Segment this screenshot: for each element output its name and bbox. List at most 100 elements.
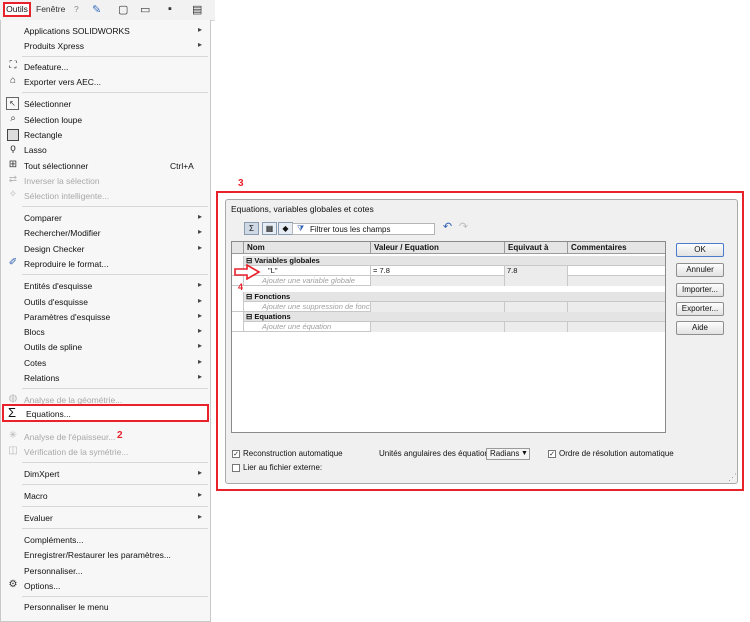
undo-icon[interactable]: ↶ xyxy=(440,222,455,235)
menu-separator xyxy=(22,596,208,597)
menu-item-selection-intelligente[interactable]: ✧ Sélection intelligente... xyxy=(0,189,209,203)
menu-item-label: DimXpert xyxy=(24,469,60,479)
smart-selection-icon: ✧ xyxy=(8,189,18,200)
menu-item-label: Reproduire le format... xyxy=(24,259,109,269)
table-row-add-variable[interactable]: Ajouter une variable globale xyxy=(232,276,665,286)
menu-item-rectangle[interactable]: Rectangle xyxy=(0,128,209,142)
column-header-nom[interactable]: Nom xyxy=(244,242,371,254)
menu-fenetre[interactable]: Fenêtre xyxy=(36,4,65,14)
menu-item-personnaliser[interactable]: Personnaliser... xyxy=(0,564,209,578)
menu-item-label: Produits Xpress xyxy=(24,41,84,51)
collapse-icon[interactable]: ⊟ xyxy=(246,312,252,321)
group-row-fonctions[interactable]: ⊟ Fonctions xyxy=(232,292,665,302)
menu-item-produits-xpress[interactable]: Produits Xpress ▸ xyxy=(0,39,209,53)
menu-item-label: Relations xyxy=(24,373,60,383)
help-button[interactable]: Aide xyxy=(676,321,724,335)
resize-grip-icon[interactable]: ⋰ xyxy=(728,472,737,483)
menu-item-exporter-aec[interactable]: ⌂ Exporter vers AEC... xyxy=(0,75,209,89)
menu-item-label: Sélectionner xyxy=(24,99,72,109)
top-toolbar: Outils Fenêtre ? ✎ ▢ ▭ ▪ ▤ xyxy=(0,0,215,21)
print-icon[interactable]: ▤ xyxy=(192,3,202,16)
column-header-equivaut[interactable]: Equivaut à xyxy=(505,242,568,254)
menu-separator xyxy=(22,56,208,57)
auto-rebuild-checkbox[interactable]: ✓ xyxy=(232,450,240,458)
menu-item-cotes[interactable]: Cotes ▸ xyxy=(0,356,209,370)
auto-rebuild-label: Reconstruction automatique xyxy=(243,449,343,458)
menu-item-selection-loupe[interactable]: ⌕ Sélection loupe xyxy=(0,113,209,127)
sigma-view-icon[interactable]: Σ xyxy=(244,222,259,235)
geometry-analysis-icon: ◍ xyxy=(8,393,18,404)
menu-item-relations[interactable]: Relations ▸ xyxy=(0,371,209,385)
submenu-arrow-icon: ▸ xyxy=(198,468,203,477)
variable-value[interactable]: = 7.8 xyxy=(371,266,505,276)
group-row-equations[interactable]: ⊟ Equations xyxy=(232,312,665,322)
menu-separator xyxy=(22,484,208,485)
variable-comment[interactable] xyxy=(568,266,665,276)
menu-item-label: Applications SOLIDWORKS xyxy=(24,26,130,36)
menu-item-options[interactable]: ⚙ Options... xyxy=(0,579,209,593)
menu-item-selectionner[interactable]: ↖ Sélectionner xyxy=(0,97,209,111)
group-row-variables[interactable]: ⊟ Variables globales xyxy=(232,256,665,266)
add-variable-hint[interactable]: Ajouter une variable globale xyxy=(244,276,371,286)
submenu-arrow-icon: ▸ xyxy=(198,490,203,499)
menu-item-design-checker[interactable]: Design Checker ▸ xyxy=(0,242,209,256)
cancel-button[interactable]: Annuler xyxy=(676,263,724,277)
filter-field[interactable]: ⧩ Filtrer tous les champs xyxy=(292,223,435,235)
menu-item-defeature[interactable]: ⛶ Defeature... xyxy=(0,60,209,74)
add-equation-hint[interactable]: Ajouter une équation xyxy=(244,322,371,332)
pin-icon[interactable]: ✎ xyxy=(92,3,101,16)
save-icon[interactable]: ▪ xyxy=(168,3,172,15)
menu-help[interactable]: ? xyxy=(74,4,79,14)
redo-icon[interactable]: ↷ xyxy=(456,222,471,235)
menu-item-label: Blocs xyxy=(24,327,45,337)
menu-item-comparer[interactable]: Comparer ▸ xyxy=(0,211,209,225)
solve-order-checkbox[interactable]: ✓ xyxy=(548,450,556,458)
menu-item-outils-esquisse[interactable]: Outils d'esquisse ▸ xyxy=(0,295,209,309)
menu-item-outils-spline[interactable]: Outils de spline ▸ xyxy=(0,340,209,354)
menu-item-macro[interactable]: Macro ▸ xyxy=(0,489,209,503)
select-all-icon: ⊞ xyxy=(8,159,18,170)
menu-item-inverser-selection[interactable]: ⇄ Inverser la sélection xyxy=(0,174,209,188)
menu-item-complements[interactable]: Compléments... xyxy=(0,533,209,547)
menu-item-analyse-epaisseur[interactable]: ✳ Analyse de l'épaisseur... xyxy=(0,430,116,444)
menu-item-lasso[interactable]: ϙ Lasso xyxy=(0,143,209,157)
table-row-add-function[interactable]: Ajouter une suppression de fonction xyxy=(232,302,665,312)
menu-item-label: Paramètres d'esquisse xyxy=(24,312,111,322)
export-aec-icon: ⌂ xyxy=(9,75,17,86)
variable-name[interactable]: "L" xyxy=(244,266,371,276)
menu-item-entites-esquisse[interactable]: Entités d'esquisse ▸ xyxy=(0,279,209,293)
add-function-hint[interactable]: Ajouter une suppression de fonction xyxy=(244,302,371,312)
menu-item-enregistrer-restaurer[interactable]: Enregistrer/Restaurer les paramètres... xyxy=(0,548,209,562)
new-document-icon[interactable]: ▢ xyxy=(118,3,128,16)
angular-units-select[interactable]: Radians ▼ xyxy=(486,448,530,460)
menu-item-rechercher-modifier[interactable]: Rechercher/Modifier ▸ xyxy=(0,226,209,240)
menu-item-reproduire-format[interactable]: ✐ Reproduire le format... xyxy=(0,257,209,271)
menu-item-applications-solidworks[interactable]: Applications SOLIDWORKS ▸ xyxy=(0,24,209,38)
menu-item-label: Personnaliser... xyxy=(24,566,83,576)
collapse-icon[interactable]: ⊟ xyxy=(246,292,252,301)
table-row-add-equation[interactable]: Ajouter une équation xyxy=(232,322,665,332)
open-folder-icon[interactable]: ▭ xyxy=(140,3,150,16)
menu-item-tout-selectionner[interactable]: ⊞ Tout sélectionner Ctrl+A xyxy=(0,159,209,173)
sort-view-icon[interactable]: ▦ xyxy=(262,222,277,235)
menu-item-parametres-esquisse[interactable]: Paramètres d'esquisse ▸ xyxy=(0,310,209,324)
menu-item-dimxpert[interactable]: DimXpert ▸ xyxy=(0,467,209,481)
menu-item-personnaliser-menu[interactable]: Personnaliser le menu xyxy=(0,600,209,614)
menu-outils[interactable]: Outils xyxy=(3,2,31,17)
table-row[interactable]: "L" = 7.8 7.8 xyxy=(232,266,665,276)
menu-item-label: Entités d'esquisse xyxy=(24,281,93,291)
menu-item-verification-symetrie[interactable]: ◫ Vérification de la symétrie... xyxy=(0,445,209,459)
menu-item-blocs[interactable]: Blocs ▸ xyxy=(0,325,209,339)
column-header-valeur[interactable]: Valeur / Equation xyxy=(371,242,505,254)
ok-button[interactable]: OK xyxy=(676,243,724,257)
export-button[interactable]: Exporter... xyxy=(676,302,724,316)
annotation-arrow xyxy=(234,264,261,280)
link-file-checkbox[interactable] xyxy=(232,464,240,472)
column-header-commentaires[interactable]: Commentaires xyxy=(568,242,665,254)
menu-item-equations[interactable]: Σ Equations... xyxy=(2,404,209,422)
menu-item-label: Tout sélectionner xyxy=(24,161,89,171)
dimension-view-icon[interactable]: ◆ xyxy=(278,222,293,235)
thickness-analysis-icon: ✳ xyxy=(8,430,18,441)
import-button[interactable]: Importer... xyxy=(676,283,724,297)
menu-item-evaluer[interactable]: Evaluer ▸ xyxy=(0,511,209,525)
